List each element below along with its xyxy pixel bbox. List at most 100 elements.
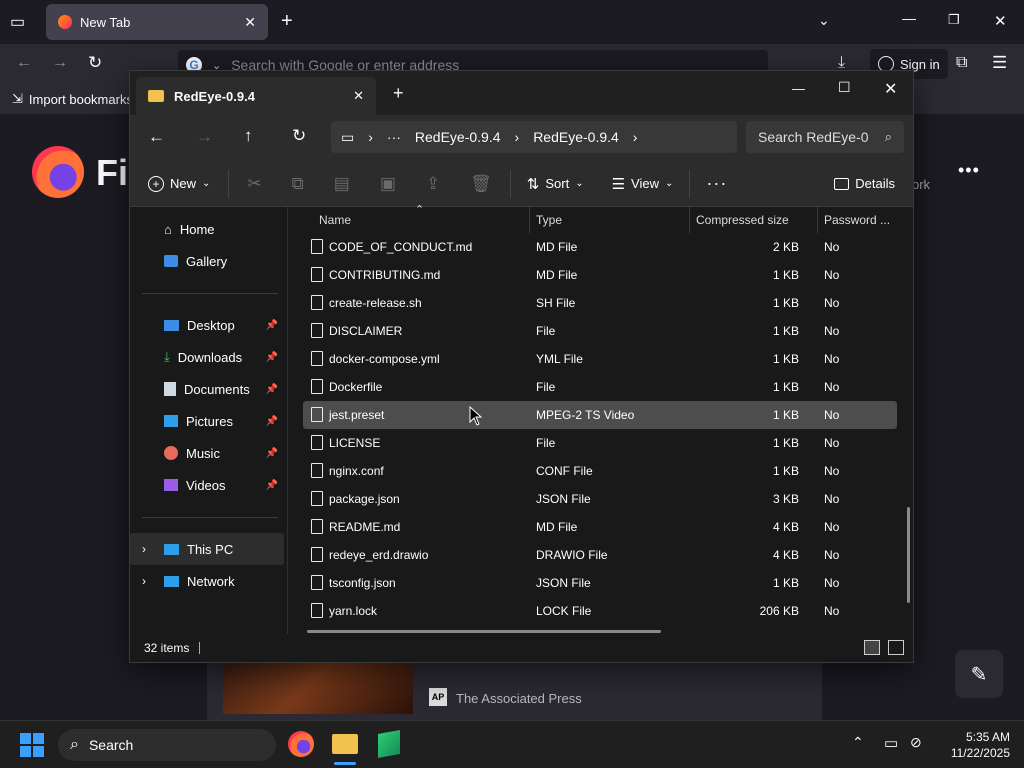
plus-circle-icon: + <box>148 175 164 192</box>
share-icon[interactable]: ⇪ <box>426 174 440 194</box>
table-row[interactable]: jest.preset MPEG-2 TS Video 1 KB No <box>303 401 897 429</box>
new-tab-icon[interactable]: + <box>393 83 404 104</box>
table-row[interactable]: docker-compose.yml YML File 1 KB No <box>303 345 897 373</box>
sort-button[interactable]: ⇅ Sort ⌄ <box>527 175 584 193</box>
vertical-scrollbar[interactable] <box>907 507 910 603</box>
close-window-icon[interactable]: ✕ <box>994 12 1007 30</box>
close-tab-icon[interactable]: ✕ <box>353 88 364 104</box>
chevron-right-icon[interactable]: › <box>142 574 156 588</box>
details-button[interactable]: Details <box>834 176 895 191</box>
display-icon[interactable]: ▭ <box>884 734 898 752</box>
tab-list-icon[interactable]: ▭ <box>10 12 25 32</box>
file-password: No <box>824 520 840 534</box>
column-divider[interactable] <box>817 207 818 233</box>
search-box[interactable]: Search RedEye-0 ⌕ <box>746 121 904 153</box>
table-row[interactable]: yarn.lock LOCK File 206 KB No <box>303 597 897 625</box>
file-name: docker-compose.yml <box>329 352 440 366</box>
extensions-icon[interactable]: ⧉ <box>956 54 967 72</box>
breadcrumb[interactable]: ▭ › ··· RedEye-0.9.4 › RedEye-0.9.4 › <box>331 121 737 153</box>
more-options-icon[interactable]: ••• <box>958 160 980 181</box>
back-icon[interactable]: ← <box>16 54 32 72</box>
pin-icon[interactable]: 📌 <box>266 384 278 395</box>
table-row[interactable]: CONTRIBUTING.md MD File 1 KB No <box>303 261 897 289</box>
column-divider[interactable] <box>689 207 690 233</box>
nav-item-videos[interactable]: Videos 📌 <box>130 469 288 501</box>
import-bookmarks-link[interactable]: Import bookmarks <box>29 92 133 107</box>
nav-item-music[interactable]: Music 📌 <box>130 437 288 469</box>
delete-icon[interactable]: 🗑 <box>470 174 492 194</box>
firefox-tab-new-tab[interactable]: New Tab ✕ <box>46 4 268 40</box>
item-count: 32 items <box>144 641 190 655</box>
pin-icon[interactable]: 📌 <box>266 320 278 331</box>
chevron-up-icon[interactable]: ⌃ <box>852 734 864 751</box>
file-explorer-taskbar-icon[interactable] <box>332 734 358 754</box>
minimize-icon[interactable]: — <box>902 10 916 26</box>
story-card[interactable]: AP The Associated Press <box>207 660 822 720</box>
pin-icon[interactable]: 📌 <box>266 448 278 459</box>
pin-icon[interactable]: 📌 <box>266 480 278 491</box>
forward-icon[interactable]: → <box>52 54 68 72</box>
maximize-icon[interactable]: ☐ <box>838 79 851 96</box>
windows-start-icon[interactable] <box>20 733 44 757</box>
close-window-icon[interactable]: ✕ <box>884 79 897 99</box>
taskbar-search[interactable]: ⌕ Search <box>58 729 276 761</box>
table-row[interactable]: package.json JSON File 3 KB No <box>303 485 897 513</box>
nav-item-this-pc[interactable]: › This PC <box>130 533 284 565</box>
column-header-compressed-size[interactable]: Compressed size <box>696 213 789 227</box>
breadcrumb-item[interactable]: RedEye-0.9.4 <box>533 129 619 145</box>
new-tab-icon[interactable]: + <box>281 10 293 33</box>
pin-icon[interactable]: 📌 <box>266 416 278 427</box>
reload-icon[interactable]: ↻ <box>88 53 102 73</box>
edit-shortcuts-button[interactable]: ✎ <box>955 650 1003 698</box>
table-row[interactable]: DISCLAIMER File 1 KB No <box>303 317 897 345</box>
app-cube-taskbar-icon[interactable] <box>378 730 400 758</box>
forward-icon[interactable]: → <box>196 127 213 147</box>
nav-item-documents[interactable]: Documents 📌 <box>130 373 288 405</box>
file-explorer-window: RedEye-0.9.4 ✕ + — ☐ ✕ ← → ↑ ↻ ▭ › ··· R… <box>129 70 914 663</box>
column-header-name[interactable]: Name <box>319 213 351 227</box>
view-button[interactable]: ☰ View ⌄ <box>612 175 674 193</box>
close-tab-icon[interactable]: ✕ <box>244 14 256 31</box>
tiles-view-icon[interactable] <box>888 640 904 655</box>
up-icon[interactable]: ↑ <box>244 126 253 146</box>
menu-icon[interactable]: ☰ <box>992 53 1007 73</box>
nav-item-gallery[interactable]: Gallery <box>130 245 288 277</box>
refresh-icon[interactable]: ↻ <box>292 126 306 146</box>
clock[interactable]: 5:35 AM 11/22/2025 <box>940 729 1010 761</box>
column-header-password[interactable]: Password ... <box>824 213 890 227</box>
table-row[interactable]: CODE_OF_CONDUCT.md MD File 2 KB No <box>303 233 897 261</box>
firefox-taskbar-icon[interactable] <box>288 731 314 757</box>
table-row[interactable]: tsconfig.json JSON File 1 KB No <box>303 569 897 597</box>
explorer-tab[interactable]: RedEye-0.9.4 ✕ <box>136 77 376 115</box>
back-icon[interactable]: ← <box>148 127 165 147</box>
table-row[interactable]: Dockerfile File 1 KB No <box>303 373 897 401</box>
new-button[interactable]: + New ⌄ <box>148 175 210 192</box>
chevron-right-icon[interactable]: › <box>142 542 156 556</box>
paste-icon[interactable]: ▤ <box>334 174 350 194</box>
nav-item-pictures[interactable]: Pictures 📌 <box>130 405 288 437</box>
nav-item-desktop[interactable]: Desktop 📌 <box>130 309 288 341</box>
table-row[interactable]: README.md MD File 4 KB No <box>303 513 897 541</box>
nav-item-network[interactable]: › Network <box>130 565 288 597</box>
breadcrumb-item[interactable]: RedEye-0.9.4 <box>415 129 501 145</box>
overflow-icon[interactable]: ··· <box>387 129 401 145</box>
nav-item-downloads[interactable]: ⤓ Downloads 📌 <box>130 341 288 373</box>
column-header-type[interactable]: Type <box>536 213 562 227</box>
pin-icon[interactable]: 📌 <box>266 352 278 363</box>
nav-item-home[interactable]: ⌂ Home <box>130 213 288 245</box>
cut-icon[interactable]: ✂ <box>247 174 261 194</box>
rename-icon[interactable]: ▣ <box>380 174 396 194</box>
table-row[interactable]: nginx.conf CONF File 1 KB No <box>303 457 897 485</box>
chevron-down-icon[interactable]: ⌄ <box>818 12 830 29</box>
horizontal-scrollbar[interactable] <box>307 630 661 633</box>
copy-icon[interactable]: ⧉ <box>292 174 304 194</box>
minimize-icon[interactable]: — <box>792 81 805 96</box>
details-view-icon[interactable] <box>864 640 880 655</box>
network-status-icon[interactable]: ⊘ <box>910 734 922 751</box>
maximize-icon[interactable]: ❐ <box>948 12 960 28</box>
table-row[interactable]: create-release.sh SH File 1 KB No <box>303 289 897 317</box>
table-row[interactable]: redeye_erd.drawio DRAWIO File 4 KB No <box>303 541 897 569</box>
column-divider[interactable] <box>529 207 530 233</box>
table-row[interactable]: LICENSE File 1 KB No <box>303 429 897 457</box>
see-more-icon[interactable]: ··· <box>706 173 727 194</box>
